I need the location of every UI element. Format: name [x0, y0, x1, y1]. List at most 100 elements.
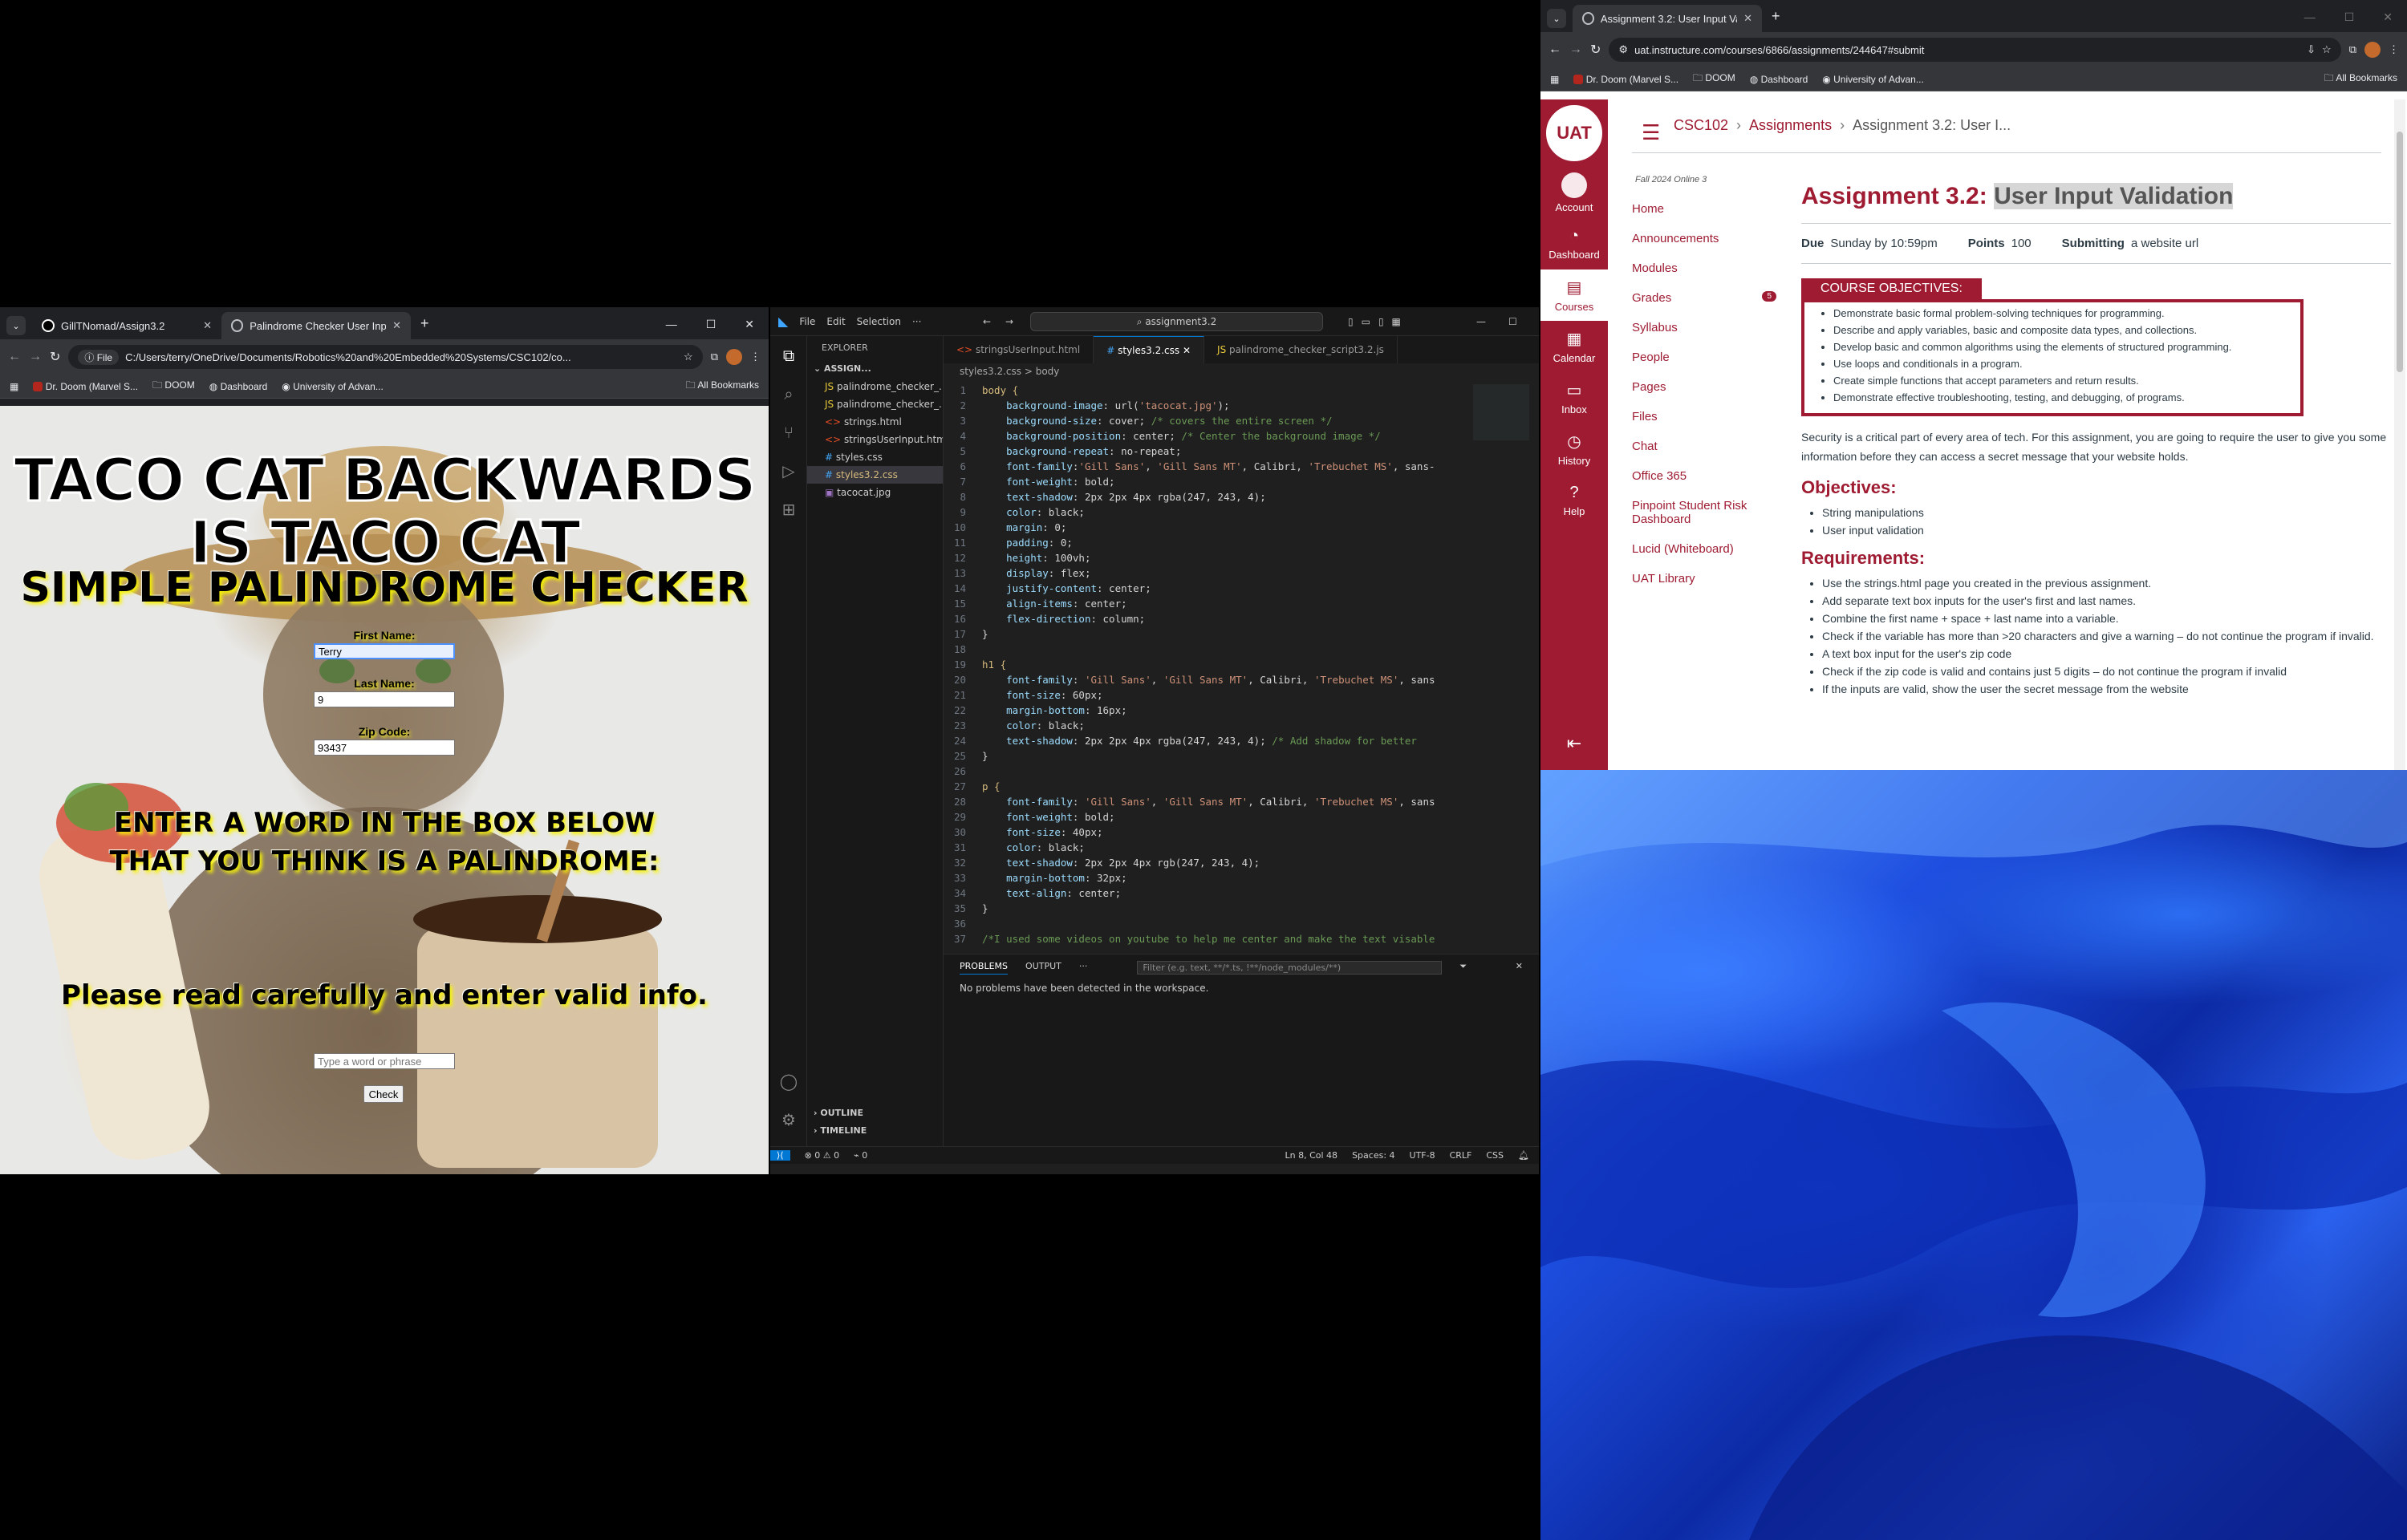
scrollbar-thumb[interactable]: [2397, 132, 2403, 372]
close-icon[interactable]: ✕: [392, 319, 401, 332]
code-line[interactable]: 1 body {: [944, 383, 1539, 398]
status-encoding[interactable]: UTF-8: [1410, 1150, 1435, 1161]
status-language[interactable]: CSS: [1486, 1150, 1504, 1161]
collapse-nav-icon[interactable]: ⇤: [1540, 733, 1608, 754]
nav-back-icon[interactable]: ←: [983, 316, 991, 327]
menu-selection[interactable]: Selection: [857, 316, 901, 327]
tab-output[interactable]: OUTPUT: [1025, 961, 1061, 975]
nav-inbox[interactable]: ▭ Inbox: [1540, 372, 1608, 424]
close-icon[interactable]: ✕: [1743, 12, 1752, 25]
avatar[interactable]: [726, 349, 742, 365]
all-bookmarks[interactable]: 🗀 All Bookmarks: [2324, 71, 2397, 87]
status-ports[interactable]: ⌁ 0: [854, 1150, 867, 1161]
account-icon[interactable]: ◯: [770, 1062, 807, 1100]
code-line[interactable]: 15 align-items: center;: [944, 596, 1539, 611]
extensions-icon[interactable]: ⧉: [2349, 43, 2356, 56]
editor-tab[interactable]: JS palindrome_checker_script3.2.js: [1204, 336, 1398, 363]
extensions-icon[interactable]: ⊞: [770, 490, 807, 529]
file-item[interactable]: # styles.css: [807, 448, 943, 466]
zip-code-input[interactable]: [314, 740, 455, 756]
reload-icon[interactable]: ↻: [1590, 42, 1601, 58]
bookmark-item[interactable]: Dr. Doom (Marvel S...: [33, 381, 138, 392]
nav-history[interactable]: ◷ History: [1540, 424, 1608, 475]
tab-problems[interactable]: PROBLEMS: [960, 961, 1009, 975]
close-window-icon[interactable]: ✕: [2383, 10, 2393, 24]
course-nav-item[interactable]: Pages: [1632, 380, 1784, 394]
course-nav-item[interactable]: UAT Library: [1632, 572, 1784, 586]
install-icon[interactable]: ⇩: [2307, 43, 2316, 56]
minimize-icon[interactable]: —: [1476, 316, 1486, 327]
course-nav-item[interactable]: Grades 5: [1632, 291, 1784, 305]
code-line[interactable]: 28 font-family: 'Gill Sans', 'Gill Sans …: [944, 794, 1539, 809]
manage-gear-icon[interactable]: ⚙: [770, 1100, 807, 1139]
tab-search-icon[interactable]: ⌄: [1547, 9, 1566, 28]
back-icon[interactable]: ←: [1549, 43, 1561, 57]
status-position[interactable]: Ln 8, Col 48: [1285, 1150, 1338, 1161]
uat-logo[interactable]: UAT: [1540, 99, 1608, 167]
back-icon[interactable]: ←: [8, 350, 21, 364]
avatar[interactable]: [2364, 42, 2381, 58]
crumb-course[interactable]: CSC102: [1674, 117, 1728, 134]
explorer-icon[interactable]: ⧉: [770, 336, 807, 375]
course-nav-item[interactable]: Pinpoint Student Risk Dashboard: [1632, 499, 1784, 526]
address-bar[interactable]: ⚙ uat.instructure.com/courses/6866/assig…: [1609, 38, 2341, 62]
nav-help[interactable]: ? Help: [1540, 475, 1608, 526]
extensions-icon[interactable]: ⧉: [711, 351, 718, 363]
folder-header[interactable]: ⌄ ASSIGN...: [807, 360, 943, 378]
close-window-icon[interactable]: ✕: [745, 318, 754, 331]
nav-forward-icon[interactable]: →: [1005, 316, 1013, 327]
code-line[interactable]: 34 text-align: center;: [944, 886, 1539, 901]
outline-section[interactable]: › OUTLINE: [807, 1104, 944, 1122]
code-line[interactable]: 13 display: flex;: [944, 565, 1539, 581]
problems-filter-input[interactable]: Filter (e.g. text, **/*.ts, !**/node_mod…: [1137, 961, 1443, 975]
status-eol[interactable]: CRLF: [1450, 1150, 1472, 1161]
search-icon[interactable]: ⌕: [770, 375, 807, 413]
nav-courses[interactable]: ▤ Courses: [1540, 270, 1608, 321]
code-line[interactable]: 31 color: black;: [944, 840, 1539, 855]
forward-icon[interactable]: →: [29, 350, 42, 364]
minimize-icon[interactable]: —: [666, 318, 677, 331]
tab-canvas[interactable]: Assignment 3.2: User Input Valid ✕: [1573, 5, 1762, 32]
new-tab-button[interactable]: +: [411, 315, 439, 339]
close-icon[interactable]: ✕: [203, 319, 212, 332]
scrollbar[interactable]: [2394, 99, 2405, 770]
code-line[interactable]: 12 height: 100vh;: [944, 550, 1539, 565]
editor-tab-active[interactable]: # styles3.2.css ✕: [1094, 336, 1205, 363]
panel-more[interactable]: ···: [1079, 961, 1088, 975]
bookmark-item[interactable]: ◉ University of Advan...: [282, 381, 384, 392]
bookmark-item[interactable]: ◍ Dashboard: [209, 381, 268, 392]
code-line[interactable]: 14 justify-content: center;: [944, 581, 1539, 596]
crumb-assignments[interactable]: Assignments: [1749, 117, 1832, 134]
new-tab-button[interactable]: +: [1762, 8, 1790, 32]
code-line[interactable]: 11 padding: 0;: [944, 535, 1539, 550]
code-line[interactable]: 33 margin-bottom: 32px;: [944, 870, 1539, 886]
code-line[interactable]: 32 text-shadow: 2px 2px 4px rgb(247, 243…: [944, 855, 1539, 870]
site-info-icon[interactable]: ⚙: [1618, 43, 1628, 56]
course-nav-item[interactable]: Syllabus: [1632, 321, 1784, 334]
bookmark-item[interactable]: ◍ Dashboard: [1750, 74, 1808, 85]
code-line[interactable]: 9 color: black;: [944, 505, 1539, 520]
editor-tab[interactable]: <> stringsUserInput.html: [944, 336, 1094, 363]
course-nav-item[interactable]: Home: [1632, 202, 1784, 216]
course-nav-item[interactable]: Modules: [1632, 261, 1784, 275]
address-bar[interactable]: ⓘ File C:/Users/terry/OneDrive/Documents…: [68, 345, 703, 369]
course-nav-item[interactable]: People: [1632, 351, 1784, 364]
code-line[interactable]: 5 background-repeat: no-repeat;: [944, 444, 1539, 459]
check-button[interactable]: Check: [363, 1085, 404, 1103]
close-panel-icon[interactable]: ✕: [1516, 961, 1523, 975]
bookmark-item[interactable]: 🗀 DOOM: [152, 378, 195, 395]
nav-account[interactable]: Account: [1540, 167, 1608, 218]
file-item[interactable]: JS palindrome_checker_...: [807, 395, 943, 413]
menu-edit[interactable]: Edit: [826, 316, 845, 327]
file-item[interactable]: JS palindrome_checker_...: [807, 378, 943, 395]
code-line[interactable]: 2 background-image: url('tacocat.jpg');: [944, 398, 1539, 413]
course-nav-item[interactable]: Lucid (Whiteboard): [1632, 542, 1784, 556]
maximize-icon[interactable]: ☐: [706, 318, 716, 331]
code-line[interactable]: 36: [944, 916, 1539, 931]
file-item-selected[interactable]: # styles3.2.css: [807, 466, 943, 484]
hamburger-icon[interactable]: ☰: [1642, 120, 1660, 145]
menu-file[interactable]: File: [799, 316, 815, 327]
filter-icon[interactable]: ⏷: [1459, 961, 1467, 975]
code-line[interactable]: 23 color: black;: [944, 718, 1539, 733]
last-name-input[interactable]: [314, 691, 455, 707]
